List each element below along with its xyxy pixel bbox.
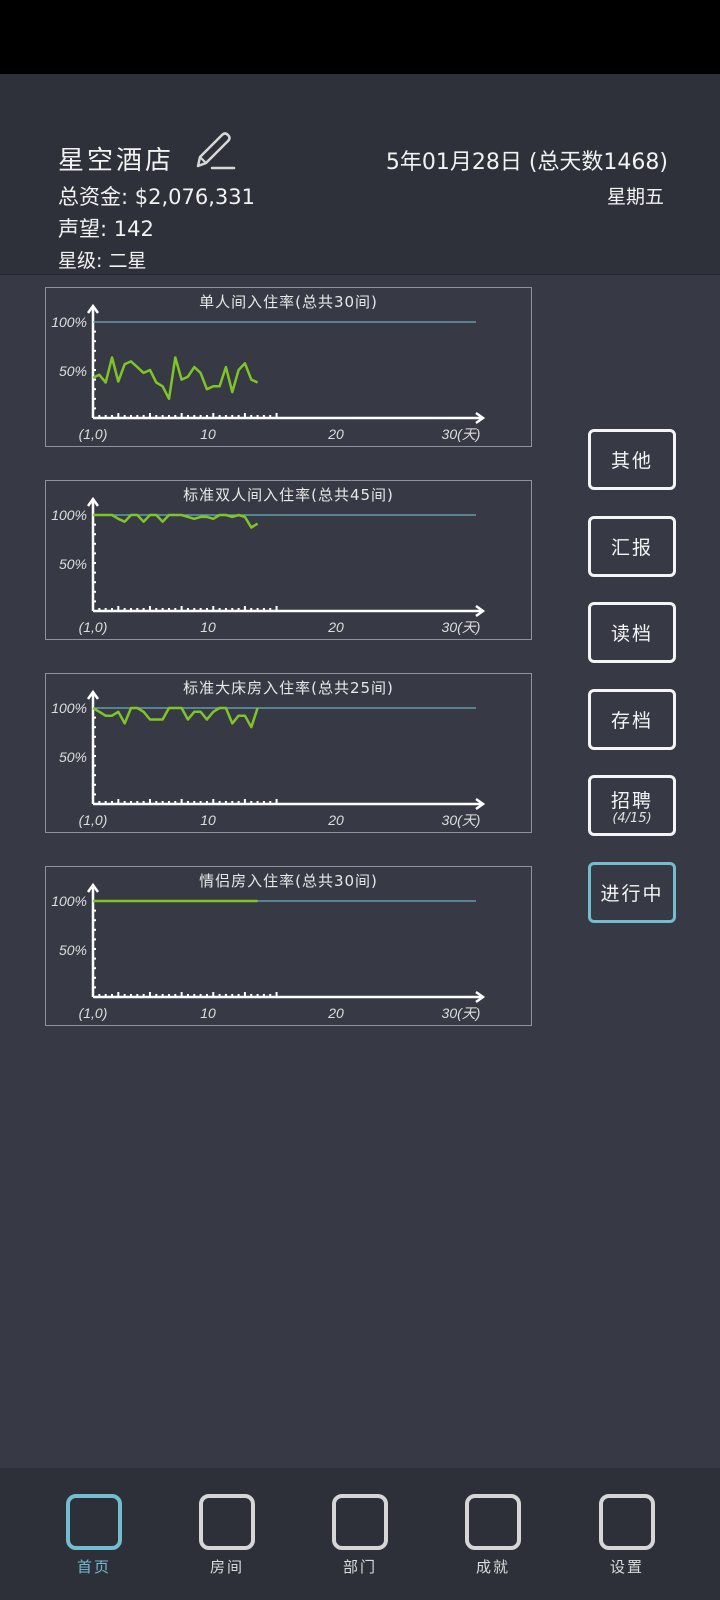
settings-tab-icon — [599, 1494, 655, 1550]
occupancy-series-line — [92, 706, 259, 729]
y-tick-label: 50% — [59, 942, 87, 958]
rank-row: 星级: 二星 — [58, 246, 146, 273]
running-button[interactable]: 进行中 — [588, 862, 676, 923]
save-button-label: 存档 — [610, 710, 653, 732]
load-button[interactable]: 读档 — [588, 602, 676, 663]
funds-label: 总资金: — [58, 185, 135, 209]
x-tick-label: (1,0) — [79, 426, 108, 442]
y-tick-label: 50% — [59, 556, 87, 572]
single-room-occupancy-chart: 单人间入住率(总共30间) 100% 50% (1,0) 10 20 30(天) — [45, 287, 532, 447]
departments-tab-icon — [332, 1494, 388, 1550]
home-tab-icon — [66, 1494, 122, 1550]
y-tick-label: 50% — [59, 749, 87, 765]
chart-svg: 100% 50% (1,0) 10 20 30(天) — [51, 303, 486, 442]
running-button-label: 进行中 — [600, 883, 664, 905]
funds-row: 总资金: $2,076,331 — [58, 181, 255, 211]
x-tick-label: (1,0) — [79, 1005, 108, 1021]
tab-achievements-label: 成就 — [475, 1558, 510, 1576]
report-button[interactable]: 汇报 — [588, 516, 676, 577]
y-tick-label: 100% — [51, 507, 87, 523]
chart-svg: 100% 50% (1,0) 10 20 30(天) — [51, 882, 486, 1021]
x-tick-label: 30(天) — [442, 1005, 481, 1021]
y-tick-label: 100% — [51, 314, 87, 330]
bottom-nav: 首页 房间 部门 成就 设置 — [0, 1468, 720, 1600]
couple-room-occupancy-chart: 情侣房入住率(总共30间) 100% 50% (1,0) 10 20 30(天) — [45, 866, 532, 1026]
y-tick-label: 100% — [51, 700, 87, 716]
x-tick-label: 10 — [200, 619, 216, 635]
rank-value: 二星 — [108, 250, 147, 272]
tab-settings-label: 设置 — [609, 1558, 644, 1576]
x-tick-label: 20 — [327, 1005, 344, 1021]
chart-svg: 100% 50% (1,0) 10 20 30(天) — [51, 496, 486, 635]
weekday: 星期五 — [606, 186, 664, 208]
x-tick-label: 30(天) — [442, 619, 481, 635]
x-tick-label: 10 — [200, 1005, 216, 1021]
x-tick-label: 20 — [327, 426, 344, 442]
tab-rooms[interactable]: 房间 — [177, 1468, 277, 1600]
status-bar — [0, 0, 720, 74]
other-button-label: 其他 — [610, 450, 653, 472]
occupancy-series-line — [92, 356, 259, 401]
reputation-value: 142 — [113, 217, 154, 241]
save-button[interactable]: 存档 — [588, 689, 676, 750]
hotel-name: 星空酒店 — [58, 146, 175, 176]
y-tick-label: 100% — [51, 893, 87, 909]
game-date: 5年01月28日 (总天数1468) — [385, 150, 668, 175]
reputation-label: 声望: — [58, 217, 114, 241]
rank-label: 星级: — [58, 250, 109, 272]
occupancy-series-line — [93, 513, 259, 529]
tab-achievements[interactable]: 成就 — [443, 1468, 543, 1600]
x-tick-label: 30(天) — [442, 812, 481, 828]
tab-home-label: 首页 — [76, 1558, 111, 1576]
recruit-button[interactable]: 招聘 (4/15) — [588, 775, 676, 836]
rooms-tab-icon — [199, 1494, 255, 1550]
tab-rooms-label: 房间 — [209, 1558, 244, 1576]
x-tick-label: 30(天) — [442, 426, 481, 442]
reputation-row: 声望: 142 — [58, 213, 154, 243]
y-tick-label: 50% — [59, 363, 87, 379]
recruit-count: (4/15) — [612, 810, 652, 826]
x-tick-label: (1,0) — [79, 812, 108, 828]
pencil-icon[interactable] — [192, 128, 238, 174]
queen-room-occupancy-chart: 标准大床房入住率(总共25间) 100% 50% (1,0) 10 20 30(天) — [45, 673, 532, 833]
x-tick-label: 20 — [327, 812, 344, 828]
other-button[interactable]: 其他 — [588, 429, 676, 490]
achievements-tab-icon — [465, 1494, 521, 1550]
tab-departments[interactable]: 部门 — [310, 1468, 410, 1600]
chart-svg: 100% 50% (1,0) 10 20 30(天) — [51, 689, 486, 828]
x-tick-label: 20 — [327, 619, 344, 635]
tab-home[interactable]: 首页 — [44, 1468, 144, 1600]
recruit-button-label: 招聘 — [610, 789, 653, 812]
double-room-occupancy-chart: 标准双人间入住率(总共45间) 100% 50% (1,0) 10 20 30(天) — [45, 480, 532, 640]
x-tick-label: (1,0) — [79, 619, 108, 635]
x-tick-label: 10 — [200, 426, 216, 442]
funds-value: $2,076,331 — [134, 185, 256, 209]
report-button-label: 汇报 — [610, 537, 653, 559]
tab-departments-label: 部门 — [342, 1558, 377, 1576]
load-button-label: 读档 — [610, 623, 653, 645]
x-tick-label: 10 — [200, 812, 216, 828]
tab-settings[interactable]: 设置 — [577, 1468, 677, 1600]
